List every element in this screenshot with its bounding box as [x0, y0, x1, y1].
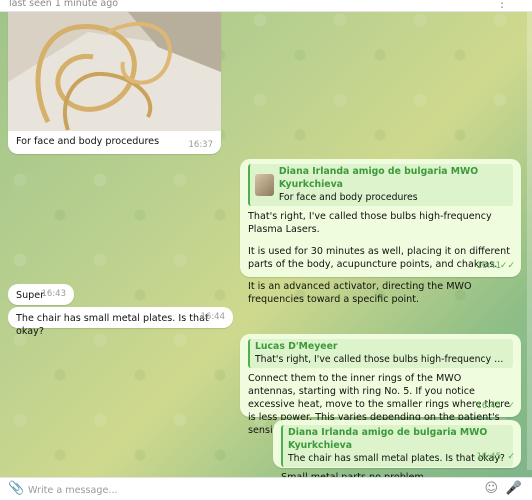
reply-author: Diana Irlanda amigo de bulgaria MWO Kyur…	[278, 166, 479, 190]
photo-image	[8, 12, 221, 131]
reply-quote[interactable]: Lucas D'Meyeer That's right, I've called…	[248, 339, 513, 368]
message-time: 16:44	[200, 312, 226, 322]
reply-quote[interactable]: Diana Irlanda amigo de bulgaria MWO Kyur…	[248, 164, 513, 206]
reply-text: For face and body procedures	[278, 192, 418, 203]
message-text: It is an advanced activator, directing t…	[248, 281, 472, 305]
last-seen-status: last seen 1 minute ago	[9, 0, 119, 9]
message-time: 16:45	[476, 452, 502, 462]
incoming-message[interactable]: Super 16:43	[8, 284, 74, 305]
message-composer: 📎 ☺ 🎤	[0, 477, 532, 500]
sent-checkmark-icon: ✓	[507, 452, 515, 462]
read-checkmark-icon: ✓✓	[499, 261, 515, 271]
chat-header: last seen 1 minute ago ⋮	[0, 0, 532, 12]
reply-text: The chair has small metal plates. Is tha…	[288, 453, 505, 464]
emoji-icon[interactable]: ☺	[484, 481, 498, 496]
outgoing-message[interactable]: Lucas D'Meyeer That's right, I've called…	[240, 334, 521, 436]
message-text: The chair has small metal plates. Is tha…	[16, 313, 209, 337]
sent-checkmark-icon: ✓	[507, 401, 515, 411]
message-time: 16:37	[188, 140, 214, 150]
message-time: 16:45	[476, 401, 502, 411]
message-photo[interactable]	[8, 12, 221, 131]
more-icon[interactable]: ⋮	[496, 0, 508, 10]
microphone-icon[interactable]: 🎤	[506, 481, 522, 496]
reply-thumbnail	[255, 173, 274, 196]
outgoing-message[interactable]: Diana Irlanda amigo de bulgaria MWO Kyur…	[240, 159, 521, 305]
message-input[interactable]	[28, 482, 448, 498]
photo-caption: For face and body procedures	[16, 136, 160, 147]
incoming-message[interactable]: The chair has small metal plates. Is tha…	[8, 307, 233, 337]
attach-icon[interactable]: 📎	[8, 481, 24, 496]
reply-text: That's right, I've called those bulbs hi…	[255, 354, 508, 365]
message-text: Super	[16, 290, 45, 301]
reply-author: Lucas D'Meyeer	[255, 341, 338, 352]
message-text: It is used for 30 minutes as well, placi…	[248, 246, 510, 270]
reply-author: Diana Irlanda amigo de bulgaria MWO Kyur…	[288, 427, 488, 451]
message-time: 16:43	[41, 289, 67, 299]
message-time: 16:41	[476, 261, 502, 271]
photo-message[interactable]: For face and body procedures 16:37	[8, 12, 221, 154]
outgoing-message[interactable]: Diana Irlanda amigo de bulgaria MWO Kyur…	[273, 420, 521, 483]
scrollbar[interactable]	[527, 12, 532, 470]
message-text: That's right, I've called those bulbs hi…	[248, 211, 492, 235]
